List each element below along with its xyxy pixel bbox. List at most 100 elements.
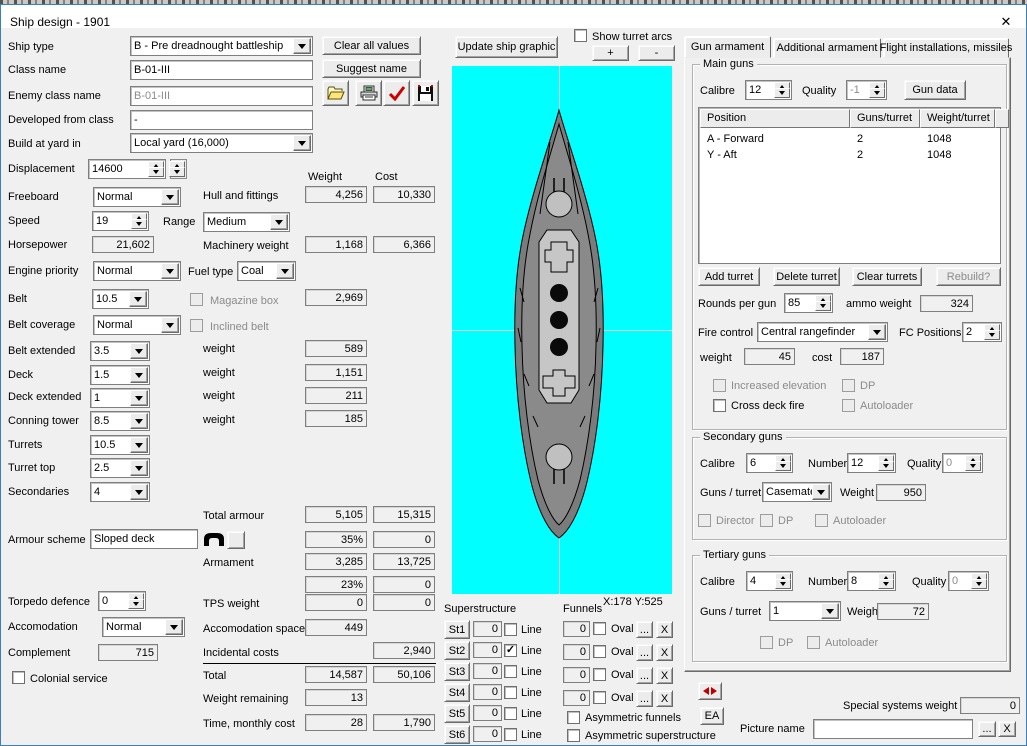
- st2-button[interactable]: St2: [444, 641, 470, 660]
- conning-tower-dropdown[interactable]: 8.5: [90, 411, 150, 431]
- spin-down-icon[interactable]: [815, 301, 831, 311]
- spin-down-icon[interactable]: [774, 88, 790, 98]
- st6-line-checkbox[interactable]: [504, 728, 517, 741]
- spin-down-icon[interactable]: [984, 330, 1000, 340]
- funnel4-browse-button[interactable]: ...: [636, 690, 653, 707]
- secondary-guns-turret-dropdown[interactable]: Casemates: [762, 482, 832, 502]
- spin-down-icon[interactable]: [965, 461, 981, 471]
- spin-down-icon[interactable]: [128, 599, 144, 609]
- spin-down-icon[interactable]: [775, 579, 791, 589]
- turrets-dropdown[interactable]: 10.5: [90, 435, 150, 455]
- spin-down-icon[interactable]: [169, 167, 185, 177]
- print-button[interactable]: [355, 80, 382, 106]
- turret-list[interactable]: Position Guns/turret Weight/turret A - F…: [698, 107, 1009, 264]
- funnel4-delete-button[interactable]: X: [656, 690, 673, 707]
- engine-priority-dropdown[interactable]: Normal: [93, 261, 181, 281]
- secondary-calibre-stepper[interactable]: 6: [746, 453, 793, 473]
- deck-extended-dropdown[interactable]: 1: [90, 388, 150, 408]
- chevron-down-icon[interactable]: [130, 343, 148, 359]
- class-name-input[interactable]: B-01-III: [130, 60, 313, 80]
- st4-line-checkbox[interactable]: [504, 686, 517, 699]
- spin-down-icon[interactable]: [148, 167, 164, 177]
- chevron-down-icon[interactable]: [161, 263, 179, 279]
- chevron-down-icon[interactable]: [293, 38, 311, 54]
- enemy-class-input[interactable]: B-01-III: [130, 86, 313, 106]
- asymmetric-superstructure-checkbox[interactable]: [567, 729, 580, 742]
- displacement-stepper[interactable]: 14600: [88, 159, 166, 179]
- range-dropdown[interactable]: Medium: [203, 212, 290, 232]
- open-button[interactable]: [322, 80, 349, 106]
- st1-line-checkbox[interactable]: [504, 623, 517, 636]
- st3-button[interactable]: St3: [444, 662, 470, 681]
- spin-down-icon[interactable]: [971, 579, 987, 589]
- column-position[interactable]: Position: [700, 109, 850, 128]
- chevron-down-icon[interactable]: [821, 603, 839, 619]
- st5-button[interactable]: St5: [444, 704, 470, 723]
- belt-extended-dropdown[interactable]: 3.5: [90, 341, 150, 361]
- turret-row-position[interactable]: A - Forward: [707, 133, 764, 146]
- chevron-down-icon[interactable]: [293, 135, 311, 151]
- armour-scheme-box[interactable]: Sloped deck: [90, 529, 198, 549]
- belt-coverage-dropdown[interactable]: Normal: [93, 315, 181, 335]
- chevron-down-icon[interactable]: [129, 291, 147, 307]
- column-guns-per-turret[interactable]: Guns/turret: [850, 109, 920, 128]
- accomodation-dropdown[interactable]: Normal: [102, 617, 185, 637]
- st4-button[interactable]: St4: [444, 683, 470, 702]
- chevron-down-icon[interactable]: [270, 214, 288, 230]
- funnel3-oval-checkbox[interactable]: [593, 668, 606, 681]
- freeboard-dropdown[interactable]: Normal: [93, 187, 181, 207]
- funnel1-delete-button[interactable]: X: [656, 621, 673, 638]
- turret-row-weight[interactable]: 1048: [927, 149, 951, 162]
- chevron-down-icon[interactable]: [130, 437, 148, 453]
- tertiary-guns-turret-dropdown[interactable]: 1: [769, 601, 841, 621]
- tab-gun-armament[interactable]: Gun armament: [684, 36, 771, 58]
- gun-data-button[interactable]: Gun data: [904, 80, 966, 100]
- cross-deck-fire-checkbox[interactable]: [713, 399, 726, 412]
- turret-row-position[interactable]: Y - Aft: [707, 149, 737, 162]
- tertiary-calibre-stepper[interactable]: 4: [746, 571, 793, 591]
- developed-from-input[interactable]: -: [130, 110, 313, 130]
- deck-dropdown[interactable]: 1.5: [90, 365, 150, 385]
- funnel2-oval-checkbox[interactable]: [593, 645, 606, 658]
- speed-stepper[interactable]: 19: [92, 211, 149, 231]
- funnel1-browse-button[interactable]: ...: [636, 621, 653, 638]
- chevron-down-icon[interactable]: [130, 367, 148, 383]
- tab-additional-armament[interactable]: Additional armament: [773, 38, 881, 58]
- st6-button[interactable]: St6: [444, 725, 470, 744]
- tab-flight-installations[interactable]: Flight installations, missiles: [880, 38, 1012, 58]
- funnel3-delete-button[interactable]: X: [656, 667, 673, 684]
- chevron-down-icon[interactable]: [276, 263, 294, 279]
- armour-scheme-picker-button[interactable]: [227, 531, 245, 549]
- secondary-quality-stepper[interactable]: 0: [942, 453, 983, 473]
- suggest-name-button[interactable]: Suggest name: [322, 59, 421, 78]
- picture-delete-button[interactable]: X: [998, 721, 1016, 737]
- check-design-button[interactable]: [383, 80, 410, 106]
- chevron-down-icon[interactable]: [161, 317, 179, 333]
- turret-row-weight[interactable]: 1048: [927, 133, 951, 146]
- spin-down-icon[interactable]: [878, 461, 894, 471]
- chevron-down-icon[interactable]: [130, 460, 148, 476]
- st5-line-checkbox[interactable]: [504, 707, 517, 720]
- ea-button[interactable]: EA: [700, 707, 724, 725]
- st3-line-checkbox[interactable]: [504, 665, 517, 678]
- secondaries-dropdown[interactable]: 4: [90, 482, 150, 502]
- funnel2-browse-button[interactable]: ...: [636, 644, 653, 661]
- swap-bow-stern-button[interactable]: [698, 682, 722, 700]
- torpedo-defence-stepper[interactable]: 0: [98, 591, 146, 611]
- funnel3-browse-button[interactable]: ...: [636, 667, 653, 684]
- chevron-down-icon[interactable]: [161, 189, 179, 205]
- clear-turrets-button[interactable]: Clear turrets: [852, 267, 922, 286]
- add-turret-button[interactable]: Add turret: [698, 267, 760, 286]
- belt-dropdown[interactable]: 10.5: [92, 289, 149, 309]
- chevron-down-icon[interactable]: [812, 484, 830, 500]
- displacement-coarse-stepper[interactable]: [169, 159, 187, 179]
- turret-row-guns[interactable]: 2: [857, 149, 863, 162]
- turret-top-dropdown[interactable]: 2.5: [90, 458, 150, 478]
- ship-type-dropdown[interactable]: B - Pre dreadnought battleship: [130, 36, 313, 56]
- close-icon[interactable]: [996, 13, 1016, 30]
- funnel1-oval-checkbox[interactable]: [593, 622, 606, 635]
- chevron-down-icon[interactable]: [130, 390, 148, 406]
- show-turret-arcs-checkbox[interactable]: [574, 29, 587, 42]
- chevron-down-icon[interactable]: [165, 619, 183, 635]
- fuel-type-dropdown[interactable]: Coal: [237, 261, 296, 281]
